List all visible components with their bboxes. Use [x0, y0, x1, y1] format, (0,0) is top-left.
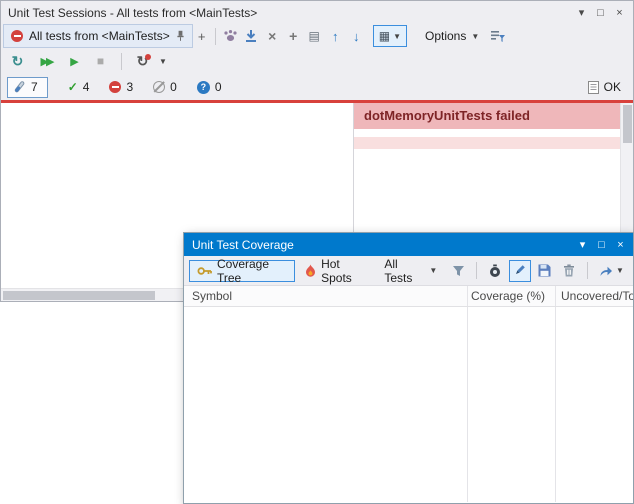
- passed-count: 4: [83, 80, 90, 94]
- chevron-down-icon: ▼: [471, 32, 479, 41]
- analysis-status: OK: [588, 80, 627, 94]
- separator: [587, 262, 588, 279]
- ignored-icon: [153, 81, 165, 93]
- group-by-toggle[interactable]: ▦ ▼: [373, 25, 407, 47]
- session-tab[interactable]: All tests from <MainTests>: [3, 24, 193, 48]
- cover-tests-icon[interactable]: [220, 26, 241, 46]
- hot-spots-label: Hot Spots: [321, 257, 367, 285]
- track-running-test-icon[interactable]: [241, 26, 262, 46]
- filter-icon[interactable]: [487, 26, 508, 46]
- coverage-window-title: Unit Test Coverage: [192, 238, 573, 252]
- ignored-tests-filter[interactable]: 0: [153, 80, 177, 94]
- options-label: Options: [425, 29, 466, 43]
- ignored-count: 0: [170, 80, 177, 94]
- flame-icon: [305, 264, 316, 277]
- delete-icon[interactable]: [558, 260, 580, 282]
- scope-value: All Tests: [384, 257, 423, 285]
- test-result-header: dotMemoryUnitTests failed: [354, 103, 620, 129]
- column-symbol[interactable]: Symbol: [192, 289, 232, 303]
- previous-failed-test-icon[interactable]: ↑: [325, 26, 346, 46]
- coverage-toolbar: Coverage Tree Hot Spots All Tests ▼ ▼: [184, 256, 633, 286]
- key-icon: [197, 265, 212, 277]
- passed-icon: ✓: [68, 80, 78, 94]
- chevron-down-icon: ▼: [429, 266, 437, 275]
- rerun-tests-icon[interactable]: ↻: [8, 53, 27, 70]
- chevron-down-icon[interactable]: ▼: [159, 57, 167, 66]
- scrollbar-thumb[interactable]: [623, 105, 632, 143]
- maximize-icon[interactable]: □: [592, 239, 611, 251]
- highlight-code-toggle[interactable]: [509, 260, 531, 282]
- snapshot-icon[interactable]: [484, 260, 506, 282]
- inconclusive-tests-filter[interactable]: ? 0: [197, 80, 222, 94]
- new-session-button[interactable]: +: [193, 29, 211, 44]
- failed-count: 3: [126, 80, 133, 94]
- coverage-tree: [184, 307, 633, 502]
- inconclusive-count: 0: [215, 80, 222, 94]
- stop-button[interactable]: ■: [91, 54, 110, 68]
- document-icon: [588, 81, 599, 94]
- session-tab-strip: All tests from <MainTests> + × + ▤ ↑ ↓ ▦…: [1, 24, 633, 48]
- test-stats-bar: 7 ✓ 4 3 0 ? 0 OK: [1, 74, 633, 100]
- failed-badge: [145, 54, 151, 60]
- test-scope-dropdown[interactable]: All Tests ▼: [377, 260, 444, 282]
- chevron-down-icon: ▼: [616, 266, 624, 275]
- chevron-down-icon: ▼: [393, 32, 401, 41]
- coverage-tree-label: Coverage Tree: [217, 257, 287, 285]
- grid-icon: ▦: [379, 29, 390, 43]
- filter-funnel-icon[interactable]: [447, 260, 469, 282]
- failed-icon: [11, 30, 23, 42]
- separator: [121, 53, 122, 70]
- run-test-button[interactable]: ▶: [65, 55, 84, 68]
- question-icon: ?: [197, 81, 210, 94]
- remove-tests-icon[interactable]: ×: [262, 26, 283, 46]
- flask-icon: [13, 80, 26, 94]
- status-text: OK: [604, 80, 621, 94]
- failed-icon: [109, 81, 121, 93]
- column-coverage[interactable]: Coverage (%): [471, 289, 545, 303]
- close-icon[interactable]: ×: [610, 7, 629, 19]
- column-separator: [555, 307, 556, 502]
- run-toolbar: ↻ ▶▶ ▶ ■ ↻ ▼: [1, 48, 633, 74]
- export-icon: [599, 265, 613, 277]
- total-count: 7: [31, 80, 38, 94]
- window-menu-chevron-icon[interactable]: ▾: [572, 6, 591, 19]
- save-snapshot-icon[interactable]: [534, 260, 556, 282]
- export-dropdown[interactable]: ▼: [595, 260, 628, 282]
- failed-tests-filter[interactable]: 3: [109, 80, 133, 94]
- window-menu-chevron-icon[interactable]: ▾: [573, 238, 592, 251]
- options-button[interactable]: Options ▼: [417, 25, 487, 47]
- unit-test-coverage-window: Unit Test Coverage ▾ □ × Coverage Tree H…: [183, 232, 634, 504]
- maximize-icon[interactable]: □: [591, 7, 610, 19]
- sessions-window-title: Unit Test Sessions - All tests from <Mai…: [8, 6, 572, 20]
- close-icon[interactable]: ×: [611, 239, 630, 251]
- show-output-icon[interactable]: ▤: [304, 26, 325, 46]
- session-tab-label: All tests from <MainTests>: [29, 29, 170, 43]
- coverage-column-headers: Symbol Coverage (%) Uncovered/Tota: [184, 286, 633, 307]
- coverage-tree-button[interactable]: Coverage Tree: [189, 260, 295, 282]
- total-tests-filter[interactable]: 7: [7, 77, 48, 98]
- hot-spots-button[interactable]: Hot Spots: [298, 260, 374, 282]
- repeat-failed-tests-icon[interactable]: ↻: [133, 53, 152, 70]
- scrollbar-thumb[interactable]: [3, 291, 155, 300]
- passed-tests-filter[interactable]: ✓ 4: [68, 80, 90, 94]
- column-separator[interactable]: [467, 286, 468, 306]
- column-uncovered[interactable]: Uncovered/Tota: [561, 289, 633, 303]
- append-tests-icon[interactable]: +: [283, 26, 304, 46]
- pin-icon[interactable]: [176, 30, 185, 42]
- desktop: Unit Test Sessions - All tests from <Mai…: [0, 0, 634, 504]
- coverage-title-bar: Unit Test Coverage ▾ □ ×: [184, 233, 633, 256]
- failure-message: [354, 137, 620, 149]
- separator: [215, 28, 216, 45]
- next-failed-test-icon[interactable]: ↓: [346, 26, 367, 46]
- run-all-tests-button[interactable]: ▶▶: [34, 55, 58, 68]
- column-separator[interactable]: [555, 286, 556, 306]
- separator: [476, 262, 477, 279]
- sessions-title-bar: Unit Test Sessions - All tests from <Mai…: [1, 1, 633, 24]
- column-separator: [467, 307, 468, 502]
